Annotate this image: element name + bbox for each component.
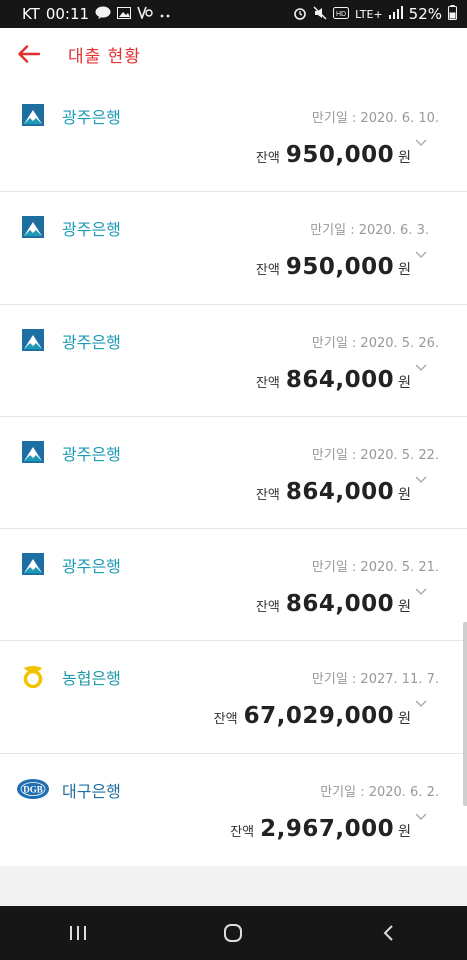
battery-percent: 52% <box>408 5 442 23</box>
bank-name: 광주은행 <box>62 557 121 577</box>
kjbank-logo-icon <box>20 327 46 353</box>
loan-item[interactable]: 광주은행 만기일 : 2020. 5. 26. 잔액 864,000 원 <box>0 305 467 417</box>
maturity-date: 만기일 : 2027. 11. 7. <box>311 672 439 688</box>
below-list-area <box>0 866 467 906</box>
balance-unit: 원 <box>398 599 411 616</box>
gallery-icon <box>117 6 132 22</box>
alarm-icon <box>293 6 307 23</box>
hd-voice-icon: HD <box>333 6 350 22</box>
balance-amount: 864,000 <box>285 366 395 393</box>
mute-icon <box>313 6 327 23</box>
balance-amount: 864,000 <box>285 478 395 505</box>
battery-icon <box>448 5 457 23</box>
balance-label: 잔액 <box>213 712 238 728</box>
maturity-date: 만기일 : 2020. 5. 21. <box>311 560 439 576</box>
maturity-date: 만기일 : 2020. 6. 2. <box>320 784 439 800</box>
recent-apps-button[interactable] <box>48 906 108 960</box>
status-bar: KT 00:11 HD LTE+ 52% <box>0 0 467 28</box>
bank-name: 농협은행 <box>62 669 121 689</box>
maturity-date: 만기일 : 2020. 6. 10. <box>311 111 439 126</box>
balance-amount: 2,967,000 <box>260 815 395 842</box>
loan-item[interactable]: 광주은행 만기일 : 2020. 6. 10. 잔액 950,000 원 <box>0 80 467 193</box>
balance-amount: 950,000 <box>285 254 395 281</box>
page-title: 대출 현황 <box>68 46 141 67</box>
recent-apps-icon <box>69 926 86 940</box>
scrollbar-handle[interactable] <box>463 622 467 806</box>
loan-item[interactable]: 광주은행 만기일 : 2020. 5. 21. 잔액 864,000 원 <box>0 529 467 642</box>
balance-unit: 원 <box>398 711 411 728</box>
clock: 00:11 <box>45 5 90 23</box>
svg-text:HD: HD <box>336 11 346 18</box>
signal-icon <box>388 6 403 22</box>
chevron-down-icon[interactable] <box>415 806 427 825</box>
nav-back-button[interactable] <box>359 906 419 960</box>
balance-label: 잔액 <box>255 375 280 391</box>
status-left: KT 00:11 <box>22 5 171 23</box>
chevron-down-icon[interactable] <box>415 581 427 600</box>
balance-unit: 원 <box>398 823 411 840</box>
vpn-key-icon <box>137 6 153 22</box>
kjbank-logo-icon <box>20 551 46 577</box>
app-header: 대출 현황 <box>0 28 467 80</box>
maturity-date: 만기일 : 2020. 6. 3. <box>310 223 429 239</box>
system-nav-bar <box>0 906 467 960</box>
loan-item[interactable]: 광주은행 만기일 : 2020. 5. 22. 잔액 864,000 원 <box>0 417 467 530</box>
balance-row: 잔액 950,000 원 <box>256 142 411 168</box>
home-icon <box>224 924 243 942</box>
bank-name: 광주은행 <box>62 444 121 464</box>
loan-item[interactable]: 농협은행 만기일 : 2027. 11. 7. 잔액 67,029,000 원 <box>0 641 467 754</box>
chevron-down-icon[interactable] <box>415 469 427 488</box>
balance-amount: 950,000 <box>285 142 395 168</box>
more-notifications-icon <box>159 7 171 21</box>
balance-row: 잔액 2,967,000 원 <box>230 816 411 842</box>
back-icon <box>383 925 393 941</box>
balance-row: 잔액 864,000 원 <box>256 591 411 617</box>
balance-row: 잔액 67,029,000 원 <box>214 703 411 729</box>
balance-amount: 864,000 <box>285 591 395 618</box>
status-right: HD LTE+ 52% <box>293 5 457 23</box>
loan-item[interactable]: 광주은행 만기일 : 2020. 6. 3. 잔액 950,000 원 <box>0 192 467 305</box>
balance-unit: 원 <box>398 150 411 166</box>
kjbank-logo-icon <box>20 214 46 240</box>
back-arrow-icon <box>18 45 40 63</box>
nhbank-logo-icon <box>20 663 46 689</box>
maturity-date: 만기일 : 2020. 5. 22. <box>311 447 439 463</box>
balance-label: 잔액 <box>230 824 255 840</box>
balance-unit: 원 <box>398 262 411 279</box>
chevron-down-icon[interactable] <box>415 244 427 263</box>
balance-label: 잔액 <box>255 263 280 279</box>
svg-text:DGB: DGB <box>23 784 43 794</box>
loan-list: 광주은행 만기일 : 2020. 6. 10. 잔액 950,000 원 광주은… <box>0 80 467 866</box>
balance-label: 잔액 <box>255 600 280 616</box>
balance-row: 잔액 864,000 원 <box>256 479 411 505</box>
balance-row: 잔액 950,000 원 <box>256 254 411 280</box>
balance-amount: 67,029,000 <box>243 703 395 730</box>
carrier-label: KT <box>22 5 40 23</box>
bank-name: 광주은행 <box>62 220 121 240</box>
bank-name: 대구은행 <box>62 781 121 801</box>
chevron-down-icon[interactable] <box>415 132 427 151</box>
network-type: LTE+ <box>355 7 383 21</box>
loan-item[interactable]: DGB 대구은행 만기일 : 2020. 6. 2. 잔액 2,967,000 … <box>0 754 467 866</box>
kjbank-logo-icon <box>20 439 46 465</box>
balance-row: 잔액 864,000 원 <box>256 367 411 393</box>
chevron-down-icon[interactable] <box>415 357 427 376</box>
balance-label: 잔액 <box>255 151 280 166</box>
back-button[interactable] <box>0 28 58 80</box>
balance-label: 잔액 <box>255 487 280 503</box>
home-button[interactable] <box>203 906 263 960</box>
bank-name: 광주은행 <box>62 332 121 352</box>
maturity-date: 만기일 : 2020. 5. 26. <box>311 335 439 351</box>
talk-icon <box>95 6 111 22</box>
kjbank-logo-icon <box>20 102 46 128</box>
chevron-down-icon[interactable] <box>415 693 427 712</box>
balance-unit: 원 <box>398 374 411 391</box>
dgb-logo-icon: DGB <box>16 776 50 802</box>
balance-unit: 원 <box>398 486 411 503</box>
bank-name: 광주은행 <box>62 108 121 127</box>
